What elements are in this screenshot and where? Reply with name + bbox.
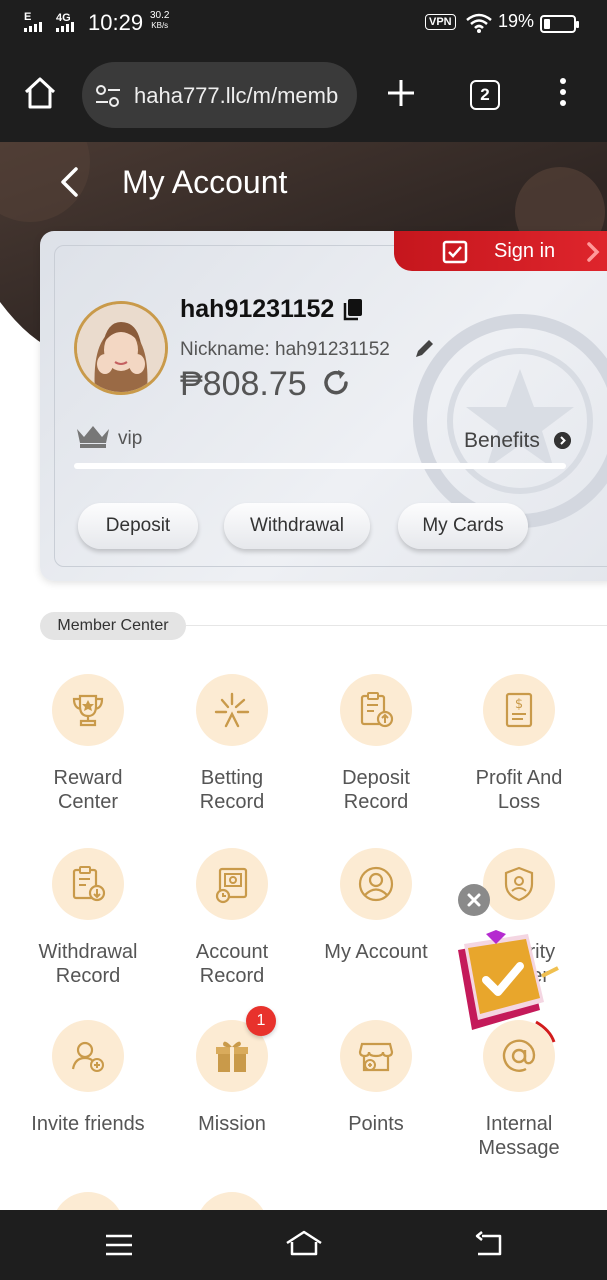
new-tab-icon[interactable] — [384, 76, 418, 110]
signal-icon — [24, 22, 42, 32]
my-cards-button[interactable]: My Cards — [398, 503, 528, 549]
address-bar[interactable]: haha777.llc/m/memb — [82, 62, 357, 128]
withdrawal-record-icon — [52, 848, 124, 920]
menu-icon[interactable] — [104, 1232, 134, 1258]
sign-in-label: Sign in — [494, 240, 556, 262]
deposit-record-icon — [340, 674, 412, 746]
browser-toolbar: haha777.llc/m/memb 2 — [0, 50, 607, 142]
copy-icon[interactable] — [342, 297, 364, 321]
sign-in-button[interactable]: Sign in — [394, 231, 607, 271]
store-icon — [340, 1020, 412, 1092]
menu-label: Account Record — [195, 941, 269, 987]
trophy-icon — [52, 674, 124, 746]
username: hah91231152 — [180, 295, 335, 323]
user-icon — [340, 848, 412, 920]
menu-label: Invite friends — [31, 1113, 145, 1135]
avatar[interactable] — [74, 301, 168, 395]
balance: ₱808.75 — [180, 365, 307, 403]
betting-icon — [196, 674, 268, 746]
page-title: My Account — [122, 164, 288, 200]
battery-icon — [540, 15, 579, 33]
account-record-icon — [196, 848, 268, 920]
vpn-badge: VPN — [425, 14, 456, 30]
refresh-icon[interactable] — [320, 367, 352, 399]
menu-label: Deposit Record — [342, 767, 410, 813]
home-icon[interactable] — [22, 76, 58, 110]
menu-label: Reward Center — [53, 767, 123, 813]
partial-menu-icon[interactable] — [196, 1192, 268, 1210]
section-divider — [186, 625, 607, 626]
menu-item-reward-center[interactable]: Reward Center — [16, 674, 160, 814]
profit-loss-icon: $ — [483, 674, 555, 746]
menu-item-deposit-record[interactable]: Deposit Record — [304, 674, 448, 814]
speed-value: 30.2 — [150, 10, 170, 21]
menu-item-withdrawal-record[interactable]: Withdrawal Record — [16, 848, 160, 988]
signal-icon-2 — [56, 22, 74, 32]
invite-icon — [52, 1020, 124, 1092]
menu-label: Internal Message — [478, 1113, 560, 1159]
svg-text:$: $ — [515, 697, 523, 712]
partial-menu-icon[interactable] — [52, 1192, 124, 1210]
clock: 10:29 — [88, 10, 144, 35]
vip-level: vip — [118, 428, 143, 449]
shield-user-icon — [483, 848, 555, 920]
site-settings-icon[interactable] — [94, 84, 122, 108]
tab-switcher-button[interactable]: 2 — [470, 80, 500, 110]
nickname: Nickname: hah91231152 — [180, 339, 390, 360]
network-speed: 30.2 KB/s — [150, 11, 169, 31]
crown-icon — [77, 426, 109, 448]
account-page: My Account Sign in hah91231152 Nickname:… — [0, 142, 607, 1210]
back-nav-icon[interactable] — [472, 1230, 504, 1260]
menu-label: Profit And Loss — [475, 767, 563, 813]
vip-progress-bar — [74, 463, 566, 469]
withdrawal-button[interactable]: Withdrawal — [224, 503, 370, 549]
chevron-right-circle-icon[interactable] — [554, 432, 571, 449]
chevron-right-icon — [587, 242, 600, 262]
close-icon — [467, 893, 481, 907]
close-promo-button[interactable] — [458, 884, 490, 916]
url-text[interactable]: haha777.llc/m/memb — [134, 83, 346, 109]
edit-icon[interactable] — [412, 337, 436, 361]
back-icon[interactable] — [56, 164, 84, 200]
benefits-link[interactable]: Benefits — [464, 429, 540, 453]
avatar-image — [77, 304, 165, 392]
speed-unit: KB/s — [151, 21, 169, 30]
menu-item-profit-and-loss[interactable]: $ Profit And Loss — [447, 674, 591, 814]
checkbox-icon — [442, 240, 468, 264]
menu-item-mission[interactable]: Mission — [160, 1020, 304, 1136]
mission-notification-badge: 1 — [246, 1006, 276, 1036]
status-bar: E 4G 10:29 30.2 KB/s VPN 19% — [0, 0, 607, 50]
deposit-button[interactable]: Deposit — [78, 503, 198, 549]
more-options-icon[interactable] — [560, 78, 566, 111]
menu-label: Withdrawal Record — [38, 941, 138, 987]
account-card: Sign in hah91231152 Nickname: hah9123115… — [40, 231, 607, 581]
menu-label: Points — [348, 1113, 404, 1135]
menu-item-points[interactable]: Points — [304, 1020, 448, 1136]
menu-item-account-record[interactable]: Account Record — [160, 848, 304, 988]
member-center-title: Member Center — [40, 612, 186, 640]
menu-item-invite-friends[interactable]: Invite friends — [16, 1020, 160, 1136]
home-nav-icon[interactable] — [284, 1228, 324, 1260]
floating-promo-icon[interactable] — [450, 930, 570, 1054]
menu-label: Betting Record — [199, 767, 265, 813]
menu-label: Mission — [198, 1113, 266, 1135]
battery-percent: 19% — [498, 11, 535, 31]
menu-item-my-account[interactable]: My Account — [304, 848, 448, 964]
wifi-icon — [466, 13, 492, 33]
menu-item-betting-record[interactable]: Betting Record — [160, 674, 304, 814]
menu-label: My Account — [324, 941, 428, 963]
system-navigation-bar — [0, 1210, 607, 1280]
